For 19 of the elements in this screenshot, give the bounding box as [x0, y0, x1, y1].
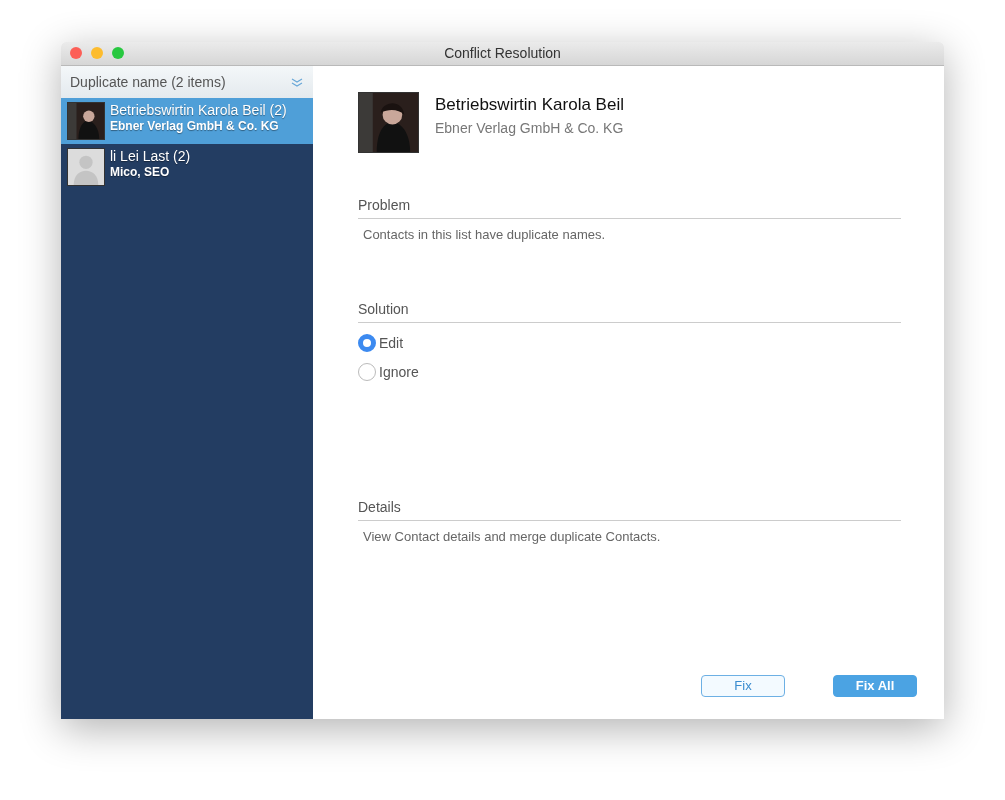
avatar-icon [67, 148, 105, 186]
filter-label: Duplicate name (2 items) [70, 72, 226, 92]
minimize-icon[interactable] [91, 47, 103, 59]
section-heading: Problem [358, 195, 901, 219]
problem-text: Contacts in this list have duplicate names. [362, 226, 607, 244]
window-title: Conflict Resolution [444, 44, 561, 63]
radio-option[interactable]: Edit [358, 332, 901, 354]
zoom-icon[interactable] [112, 47, 124, 59]
close-icon[interactable] [70, 47, 82, 59]
radio-option[interactable]: Ignore [358, 361, 901, 383]
chevron-icon [291, 77, 303, 87]
details-text: View Contact details and merge duplicate Contacts. [362, 527, 662, 546]
filter-dropdown[interactable]: Duplicate name (2 items) [61, 66, 313, 98]
section-heading: Details [358, 496, 901, 521]
company-name: Ebner Verlag GmbH & Co. KG [435, 118, 624, 138]
fix-button[interactable]: Fix [701, 675, 785, 697]
contact-name: Betriebswirtin Karola Beil [435, 94, 624, 116]
section-heading: Solution [358, 298, 901, 323]
contact-list-item[interactable]: li Lei Last (2) Mico, SEO [61, 144, 313, 190]
